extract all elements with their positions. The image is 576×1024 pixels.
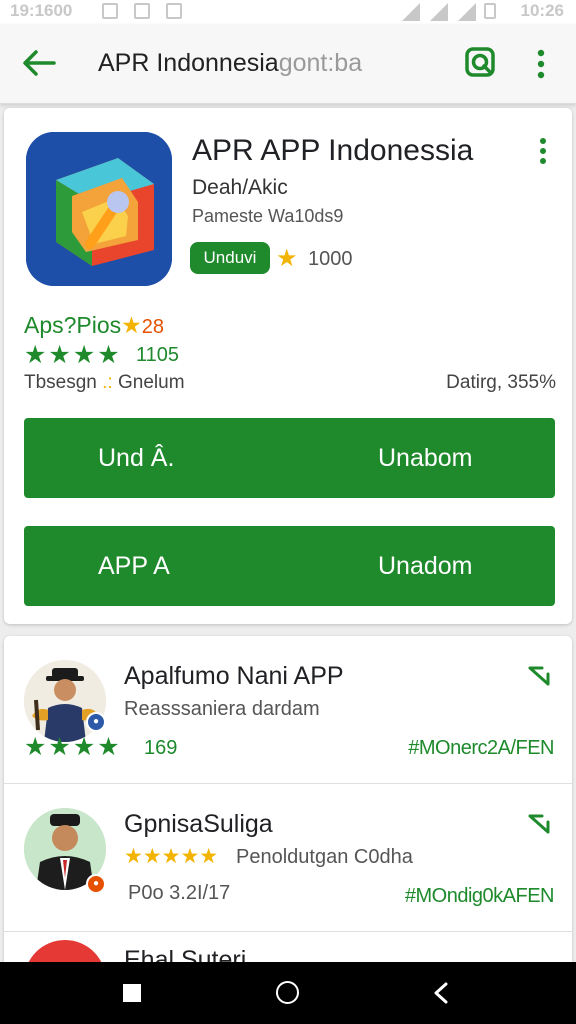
search-icon[interactable] xyxy=(462,44,500,82)
list-item[interactable]: ● Apalfumo Nani APP Reasssaniera dardam … xyxy=(4,636,572,784)
nav-back-icon[interactable] xyxy=(430,981,452,1005)
list-item-stars: ★★★★ xyxy=(24,733,122,761)
dots-icon: .: xyxy=(102,372,113,393)
meta-left: Tbsesgn .: Gnelum xyxy=(24,372,185,394)
recents-icon[interactable] xyxy=(123,984,141,1002)
collapse-arrow-icon[interactable] xyxy=(526,662,552,688)
app-rating-count: 1000 xyxy=(308,248,353,270)
list-item-tag: #MOnerc2A/FEN xyxy=(408,737,554,759)
app-subtitle: Pameste Wa10ds9 xyxy=(192,206,344,226)
signal-icon xyxy=(430,3,448,21)
collapse-arrow-icon[interactable] xyxy=(526,810,552,836)
wifi-icon xyxy=(402,3,420,21)
list-item[interactable]: ● GpnisaSuliga ★★★★★ Penoldutgan C0dha P… xyxy=(4,784,572,932)
button-2-right-label: Unadom xyxy=(378,552,473,580)
signal-icon-2 xyxy=(458,3,476,21)
app-bar: APR Indonnesiagont:ba xyxy=(0,24,576,104)
home-icon[interactable] xyxy=(276,981,299,1004)
button-1-right-label: Unabom xyxy=(378,444,473,472)
ratings-score: 28 xyxy=(141,316,165,338)
status-time-left: 19:1600 xyxy=(10,1,73,20)
status-time-right: 10:26 xyxy=(520,1,564,20)
card-overflow-menu-icon[interactable] xyxy=(534,136,552,166)
button-1-left-label: Und Â. xyxy=(98,444,175,472)
app-logo-icon[interactable] xyxy=(26,132,172,286)
overflow-menu-icon[interactable] xyxy=(526,44,556,84)
badge-icon: ● xyxy=(86,874,106,894)
ratings-heading: Aps?Pios★28 xyxy=(24,312,164,339)
install-pill-button[interactable]: Unduvi xyxy=(190,242,270,274)
system-nav-bar xyxy=(0,962,576,1024)
list-item-stars: ★★★★★ xyxy=(124,845,219,868)
rating-count: 1105 xyxy=(136,344,180,366)
rating-stars: ★★★★ xyxy=(24,341,122,369)
list-item-tag: #MOndig0kAFEN xyxy=(404,885,555,907)
search-query[interactable]: APR Indonnesiagont:ba xyxy=(98,49,362,78)
primary-action-button-2[interactable]: APP A Unadom xyxy=(24,526,555,606)
image-icon xyxy=(134,3,150,19)
meta-left-text: Tbsesgn xyxy=(24,372,97,393)
meta-left-tail: Gnelum xyxy=(118,372,185,393)
verified-badge-icon: ● xyxy=(86,712,106,732)
search-query-text: APR Indonnesia xyxy=(98,49,279,77)
list-item-subtitle: Penoldutgan C0dha xyxy=(236,846,413,868)
status-bar: 19:1600 10:26 xyxy=(0,0,576,24)
mail-icon xyxy=(166,3,182,19)
primary-action-button-1[interactable]: Und Â. Unabom xyxy=(24,418,555,498)
ratings-label: Aps?Pios xyxy=(24,312,122,338)
battery-icon xyxy=(484,3,496,19)
star-icon: ★ xyxy=(276,245,298,272)
app-detail-card: APR APP Indonessia Deah/Akic Pameste Wa1… xyxy=(4,108,572,624)
related-list-card: ● Apalfumo Nani APP Reasssaniera dardam … xyxy=(4,636,572,976)
list-item-date: P0o 3.2I/17 xyxy=(128,882,231,904)
list-item-subtitle: Reasssaniera dardam xyxy=(124,698,320,720)
list-item-rating-count: 169 xyxy=(144,737,178,759)
notification-icon xyxy=(102,3,118,19)
app-title: APR APP Indonessia xyxy=(192,134,474,167)
list-item-title: GpnisaSuliga xyxy=(124,810,273,838)
button-2-left-label: APP A xyxy=(98,552,170,580)
app-developer[interactable]: Deah/Akic xyxy=(192,176,288,200)
star-icon: ★ xyxy=(121,312,142,338)
list-item-title: Apalfumo Nani APP xyxy=(124,662,344,690)
search-query-hint: gont:ba xyxy=(278,49,363,77)
back-arrow-icon[interactable] xyxy=(18,42,60,84)
meta-right: Datirg, 355% xyxy=(446,372,556,393)
